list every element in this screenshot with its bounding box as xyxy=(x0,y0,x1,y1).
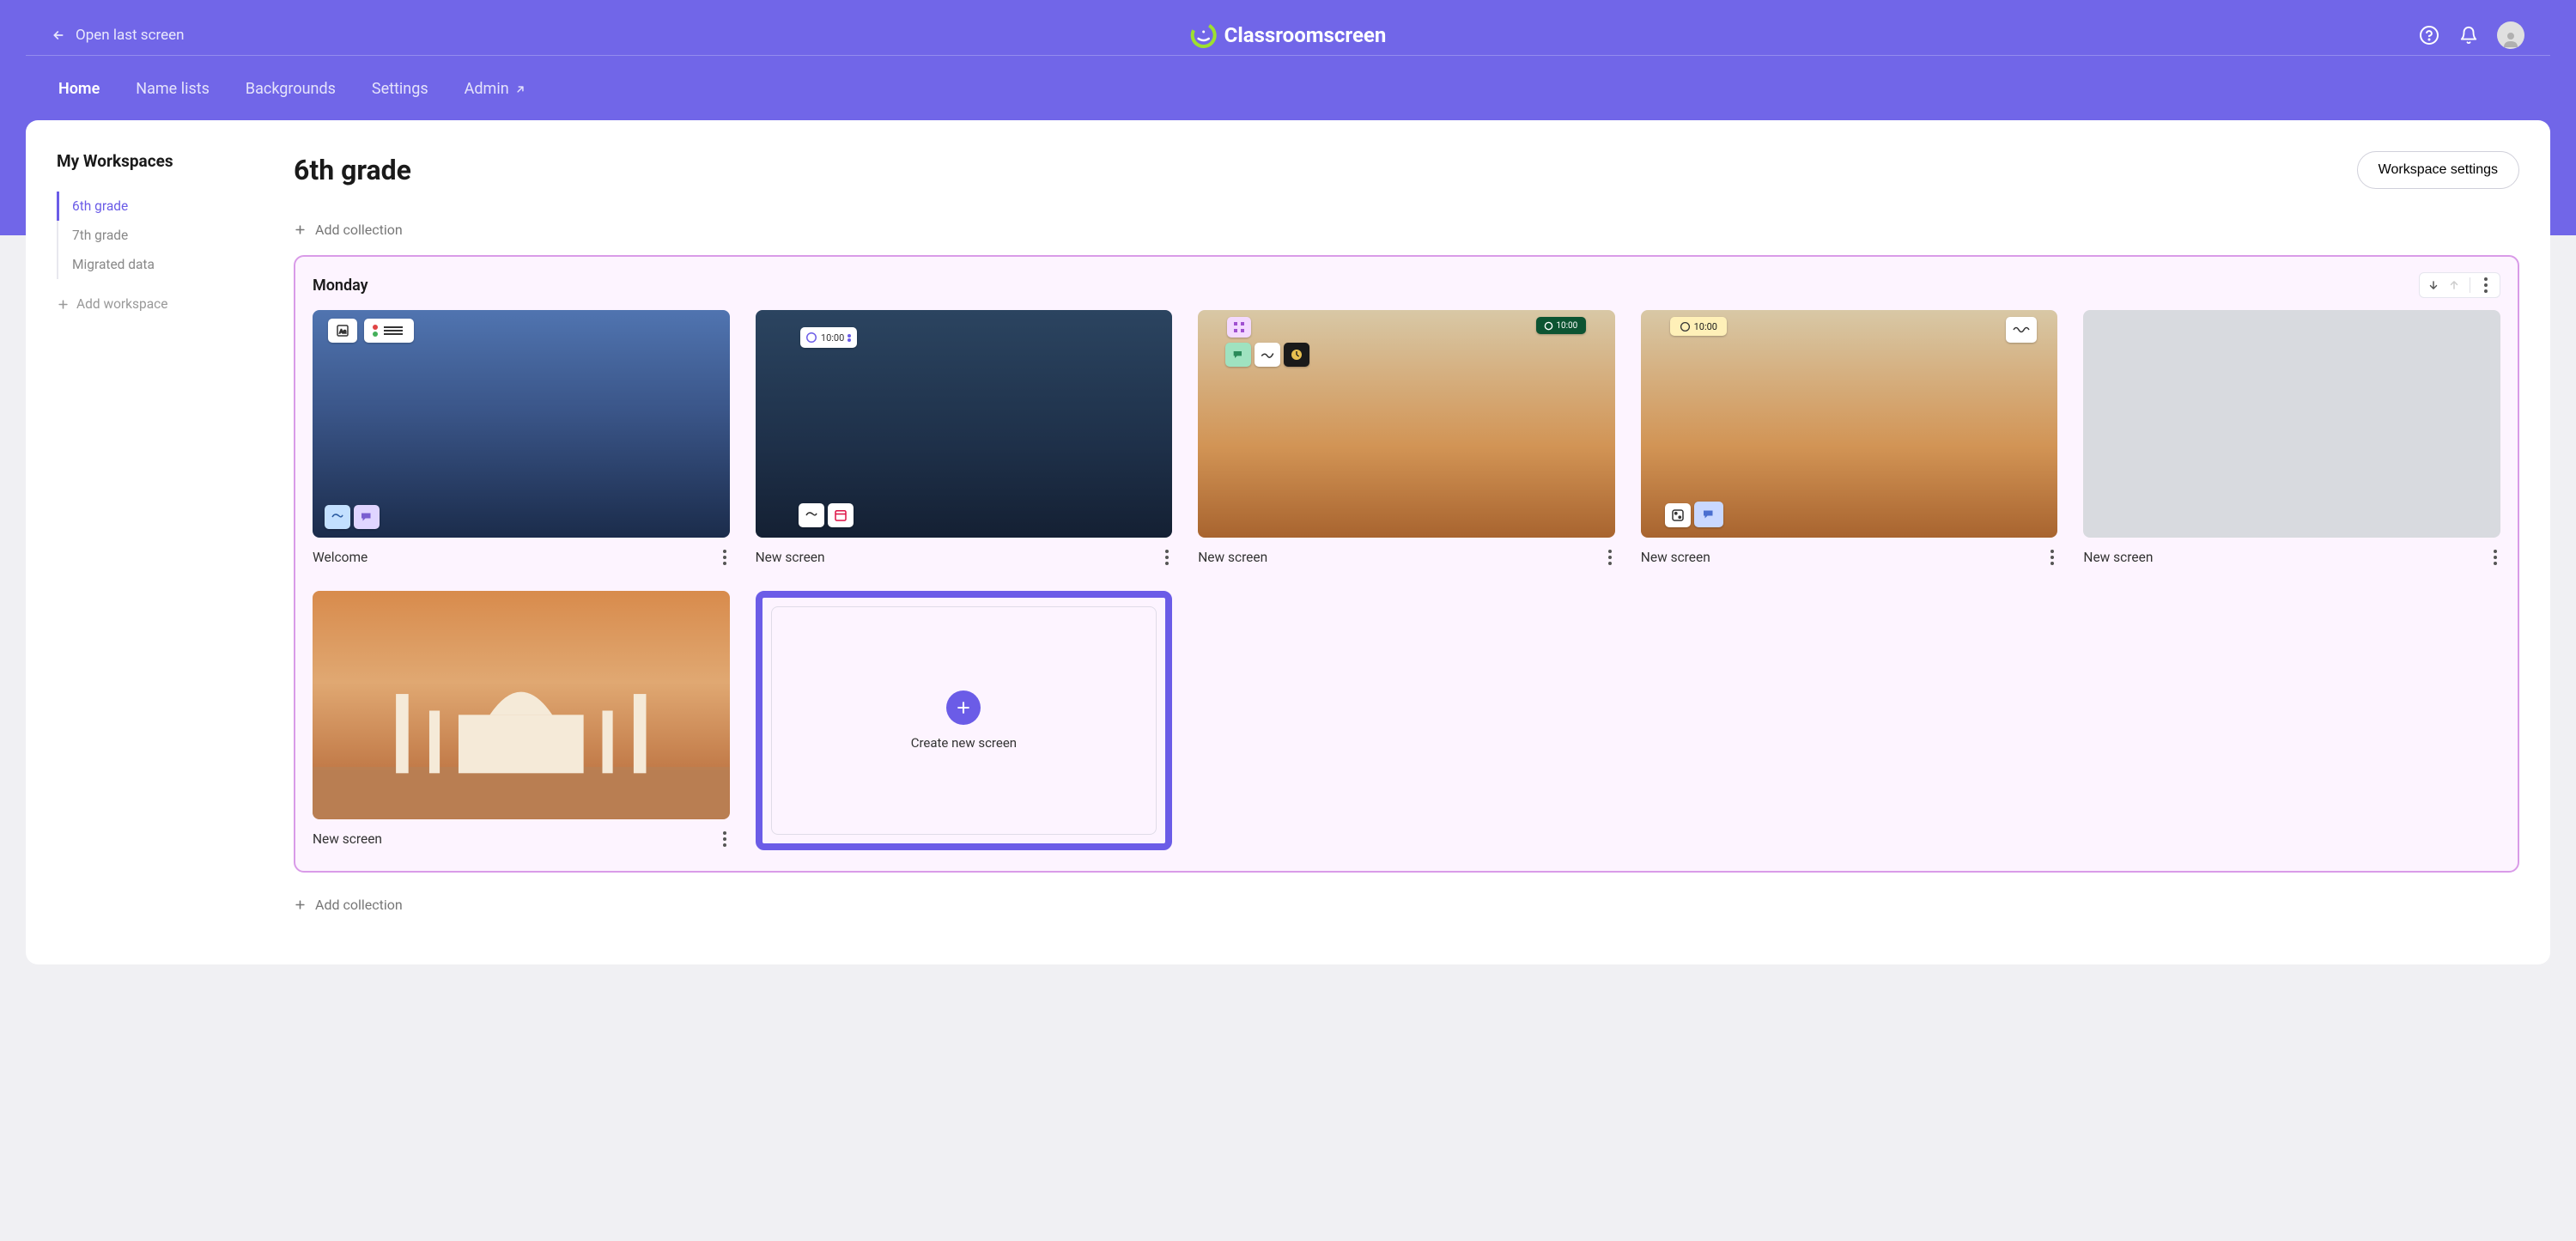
screen-more-button[interactable] xyxy=(2490,546,2500,569)
plus-icon xyxy=(294,898,307,911)
workspace-title: 6th grade xyxy=(294,154,411,186)
screen-more-button[interactable] xyxy=(720,828,730,850)
brand-logo[interactable]: Classroomscreen xyxy=(1190,21,1387,49)
screen-meta-row: Welcome xyxy=(313,538,730,569)
bell-icon xyxy=(2459,26,2478,45)
create-new-screen-highlight: Create new screen xyxy=(756,591,1173,849)
sidebar-item-7th-grade[interactable]: 7th grade xyxy=(58,221,246,250)
open-last-screen-button[interactable]: Open last screen xyxy=(52,27,185,44)
screen-thumbnail[interactable]: Aa xyxy=(313,310,730,538)
screen-meta-row: New screen xyxy=(313,819,730,850)
screen-card: 10:00 New screen xyxy=(756,310,1173,569)
collection-more-button[interactable] xyxy=(2477,277,2494,294)
notifications-button[interactable] xyxy=(2458,24,2480,46)
screen-card: New screen xyxy=(2083,310,2500,569)
external-link-icon xyxy=(514,83,526,95)
create-new-screen-button[interactable]: Create new screen xyxy=(771,606,1157,834)
screen-thumbnail[interactable] xyxy=(2083,310,2500,538)
add-collection-button-top[interactable]: Add collection xyxy=(294,222,2519,238)
screen-more-button[interactable] xyxy=(1605,546,1615,569)
sidebar: My Workspaces 6th grade 7th grade Migrat… xyxy=(57,151,246,930)
add-workspace-button[interactable]: Add workspace xyxy=(57,296,246,312)
screen-thumbnail[interactable]: 10:00 xyxy=(756,310,1173,538)
content-area: 6th grade Workspace settings Add collect… xyxy=(294,151,2519,930)
content-header: 6th grade Workspace settings xyxy=(294,151,2519,189)
add-collection-button-bottom[interactable]: Add collection xyxy=(294,897,2519,913)
plus-circle-icon xyxy=(946,690,981,725)
screen-name: New screen xyxy=(313,831,382,847)
header-actions xyxy=(2418,21,2524,49)
nav-admin-label: Admin xyxy=(465,80,509,98)
screen-thumbnail[interactable]: 10:00 xyxy=(1198,310,1615,538)
avatar-icon xyxy=(2500,28,2521,49)
sidebar-item-6th-grade[interactable]: 6th grade xyxy=(57,192,246,221)
screen-card: 10:00 New screen xyxy=(1198,310,1615,569)
arrow-left-icon xyxy=(52,28,65,42)
workspace-settings-button[interactable]: Workspace settings xyxy=(2357,151,2519,189)
plus-icon xyxy=(57,298,70,311)
add-collection-label: Add collection xyxy=(315,222,403,238)
screen-meta-row: New screen xyxy=(756,538,1173,569)
collection-controls xyxy=(2419,272,2500,298)
plus-icon xyxy=(294,223,307,236)
nav-namelists[interactable]: Name lists xyxy=(136,80,210,98)
open-last-screen-label: Open last screen xyxy=(76,27,185,44)
screen-meta-row: New screen xyxy=(1198,538,1615,569)
screen-meta-row: New screen xyxy=(1641,538,2058,569)
add-workspace-label: Add workspace xyxy=(76,296,168,312)
nav-settings[interactable]: Settings xyxy=(372,80,428,98)
add-collection-label: Add collection xyxy=(315,897,403,913)
screen-name: Welcome xyxy=(313,550,368,565)
taj-silhouette-icon xyxy=(313,660,730,819)
screen-name: New screen xyxy=(1641,550,1710,565)
screens-grid: Aa Welcome xyxy=(313,310,2500,850)
screen-more-button[interactable] xyxy=(720,546,730,569)
top-row: Open last screen Classroomscreen xyxy=(26,0,2550,56)
screen-card: 10:00 New screen xyxy=(1641,310,2058,569)
help-button[interactable] xyxy=(2418,24,2440,46)
arrow-down-icon xyxy=(2427,279,2439,291)
create-new-screen-label: Create new screen xyxy=(911,735,1017,751)
arrow-up-icon xyxy=(2448,279,2460,291)
collection-header: Monday xyxy=(313,272,2500,298)
dots-vertical-icon xyxy=(2481,274,2491,296)
avatar-button[interactable] xyxy=(2497,21,2524,49)
collection-monday: Monday xyxy=(294,255,2519,873)
screen-thumbnail[interactable] xyxy=(313,591,730,818)
workspace-list: 6th grade 7th grade Migrated data xyxy=(57,192,246,279)
screen-thumbnail[interactable]: 10:00 xyxy=(1641,310,2058,538)
main-card: My Workspaces 6th grade 7th grade Migrat… xyxy=(26,120,2550,964)
nav-home[interactable]: Home xyxy=(58,80,100,98)
nav-admin[interactable]: Admin xyxy=(465,80,526,98)
screen-card: Aa Welcome xyxy=(313,310,730,569)
collection-title: Monday xyxy=(313,277,368,295)
screen-name: New screen xyxy=(756,550,825,565)
screen-more-button[interactable] xyxy=(1162,546,1172,569)
sidebar-item-migrated[interactable]: Migrated data xyxy=(58,250,246,279)
collection-move-down-button[interactable] xyxy=(2425,277,2442,294)
logo-icon xyxy=(1190,21,1218,49)
nav-tabs: Home Name lists Backgrounds Settings Adm… xyxy=(0,56,2576,122)
help-icon xyxy=(2419,25,2439,46)
nav-backgrounds[interactable]: Backgrounds xyxy=(246,80,336,98)
screen-meta-row: New screen xyxy=(2083,538,2500,569)
screen-more-button[interactable] xyxy=(2047,546,2057,569)
screen-name: New screen xyxy=(2083,550,2153,565)
brand-text: Classroomscreen xyxy=(1224,23,1387,47)
svg-text:Aa: Aa xyxy=(339,328,346,335)
screen-name: New screen xyxy=(1198,550,1267,565)
collection-move-up-button[interactable] xyxy=(2445,277,2463,294)
sidebar-title: My Workspaces xyxy=(57,151,246,171)
screen-card: New screen xyxy=(313,591,730,849)
